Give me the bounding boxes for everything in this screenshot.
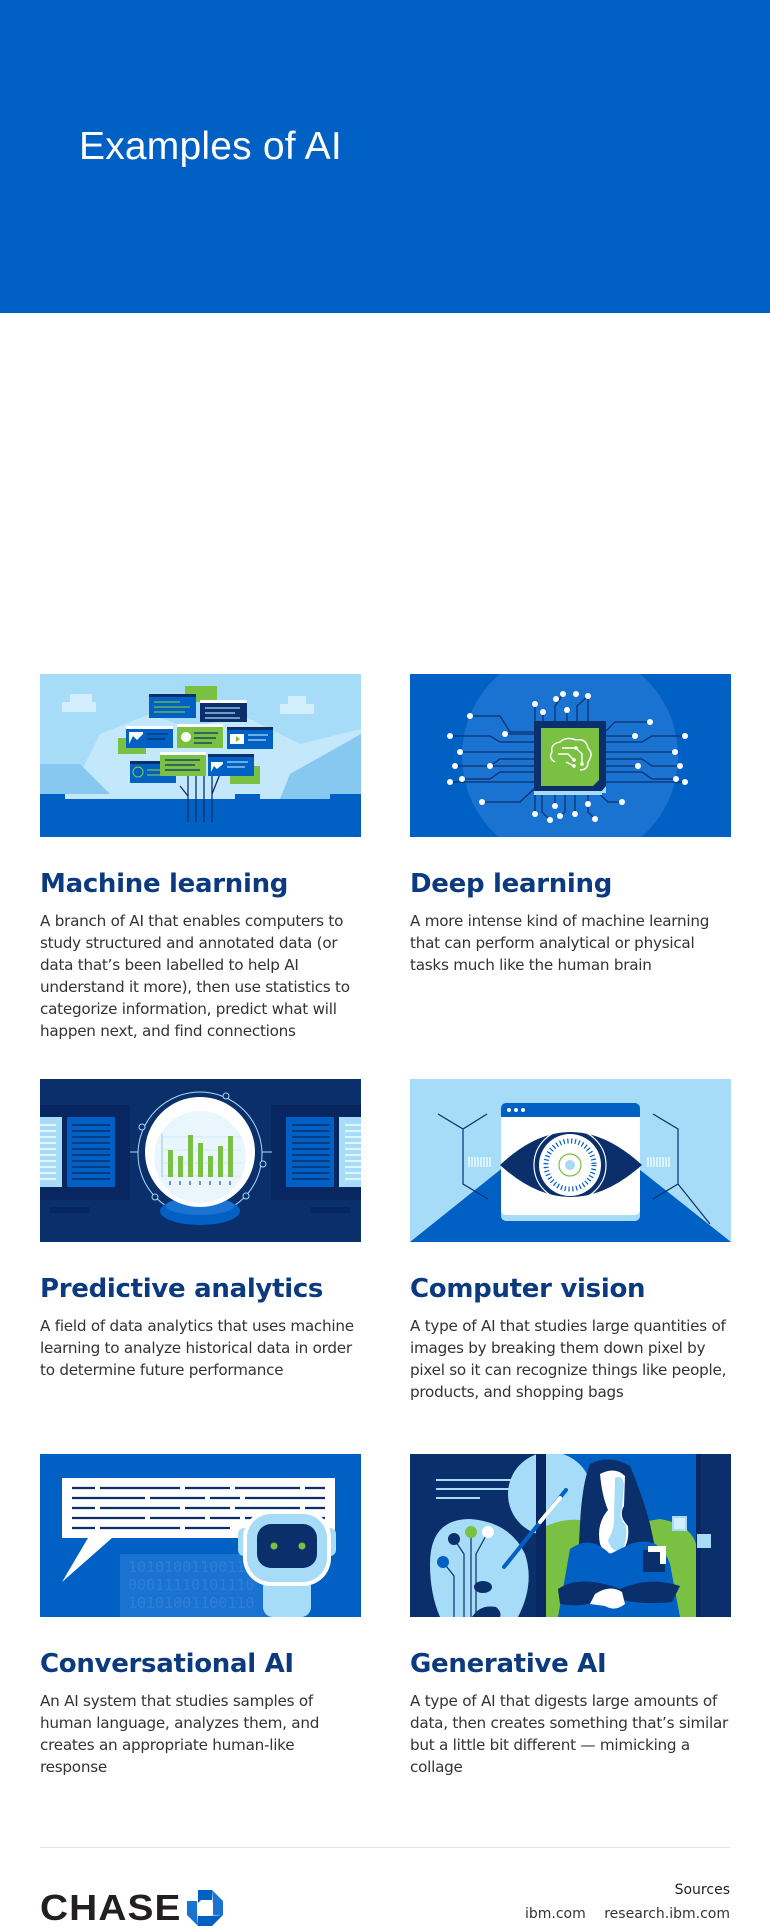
binary-line: 10101001100110 <box>128 1594 254 1612</box>
card-description: A type of AI that studies large quantiti… <box>410 1317 727 1401</box>
card-predictive-analytics: Predictive analytics A field of data ana… <box>40 1079 361 1381</box>
card-title: Computer vision <box>410 1274 646 1304</box>
card-description: A type of AI that digests large amounts … <box>410 1692 729 1776</box>
sources-title: Sources <box>674 1882 730 1898</box>
brain-chip-icon <box>410 674 731 837</box>
page: Examples of AI Machine learning A branch… <box>0 0 770 1928</box>
card-generative-ai: Generative AI A type of AI that digests … <box>410 1454 731 1778</box>
crystal-ball-chart-icon <box>40 1079 361 1242</box>
brand-wordmark: CHASE <box>40 1887 182 1928</box>
card-title: Conversational AI <box>40 1649 294 1679</box>
chase-octagon-icon <box>187 1890 224 1926</box>
chase-logo[interactable]: CHASE <box>40 1887 224 1929</box>
sources-list: ibm.com research.ibm.com <box>511 1906 730 1922</box>
card-title: Predictive analytics <box>40 1274 324 1304</box>
footer-divider <box>40 1847 730 1848</box>
card-title: Generative AI <box>410 1649 607 1679</box>
source-link[interactable]: research.ibm.com <box>604 1906 730 1922</box>
hero-banner: Examples of AI <box>0 0 770 313</box>
card-description: An AI system that studies samples of hum… <box>40 1692 320 1776</box>
card-description: A branch of AI that enables computers to… <box>40 912 350 1040</box>
palette-portrait-icon <box>410 1454 731 1617</box>
card-conversational-ai: 10101001100110 00011110101110 1010100110… <box>40 1454 361 1778</box>
card-description: A more intense kind of machine learning … <box>410 912 710 974</box>
card-machine-learning: Machine learning A branch of AI that ena… <box>40 674 361 1042</box>
binary-line: 10101001100110 <box>128 1558 254 1576</box>
card-deep-learning: Deep learning A more intense kind of mac… <box>410 674 731 976</box>
sources-block: Sources ibm.com research.ibm.com <box>511 1882 730 1922</box>
card-title: Deep learning <box>410 869 613 899</box>
robot-speech-bubble-icon: 10101001100110 00011110101110 1010100110… <box>40 1454 361 1617</box>
source-link[interactable]: ibm.com <box>525 1906 586 1922</box>
eye-in-browser-icon <box>410 1079 731 1242</box>
page-title: Examples of AI <box>79 125 342 168</box>
card-computer-vision: Computer vision A type of AI that studie… <box>410 1079 731 1403</box>
binary-line: 00011110101110 <box>128 1576 254 1594</box>
card-description: A field of data analytics that uses mach… <box>40 1317 354 1379</box>
tree-of-data-cards-icon <box>40 674 361 837</box>
card-title: Machine learning <box>40 869 289 899</box>
